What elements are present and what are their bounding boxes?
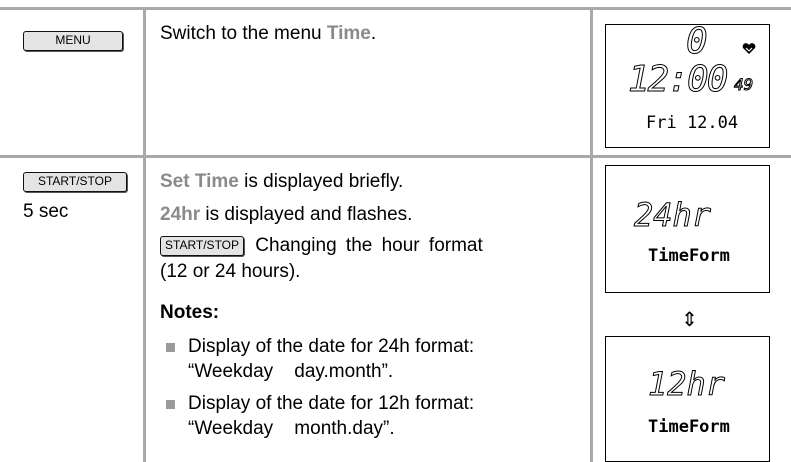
24hr-label: 24hr xyxy=(160,204,201,225)
display-seconds: 49 xyxy=(733,75,754,95)
row2-line3-text: Changing the hour format xyxy=(255,235,483,256)
row2-line3: START/STOP Changing the hour format xyxy=(160,234,483,258)
row1-description: Switch to the menu Time. xyxy=(160,22,376,46)
display-time: 12:00 xyxy=(627,59,728,101)
heart-icon xyxy=(742,43,756,54)
row2-line4: (12 or 24 hours). xyxy=(160,261,301,282)
note-2-line2: “Weekday month.day”. xyxy=(188,418,395,439)
display-24hr-screen: 24hr TimeForm xyxy=(605,165,770,293)
instruction-table: MENU Switch to the menu Time. 0 12:00 49… xyxy=(0,0,791,462)
note-1-line2: “Weekday day.month”. xyxy=(188,361,394,382)
display-top-digit: 0 xyxy=(686,21,709,63)
display-time-screen: 0 12:00 49 Fri 12.04 xyxy=(605,21,770,148)
start-stop-key-inline: START/STOP xyxy=(160,236,245,256)
display-24hr-text: 24hr xyxy=(633,196,712,235)
column-divider-2 xyxy=(590,7,593,462)
display-24hr-label: TimeForm xyxy=(648,246,730,266)
display-12hr-screen: 12hr TimeForm xyxy=(605,336,770,462)
bullet-icon xyxy=(166,343,175,352)
note-2-line1: Display of the date for 12h format: xyxy=(188,393,475,414)
display-12hr-label: TimeForm xyxy=(648,417,730,437)
row1-desc-text: Switch to the menu xyxy=(160,23,327,44)
menu-name-time: Time xyxy=(326,23,371,44)
set-time-label: Set Time xyxy=(160,171,239,192)
note-1-line1: Display of the date for 24h format: xyxy=(188,336,475,357)
row2-line1: Set Time is displayed briefly. xyxy=(160,170,403,194)
row2-line1-text: is displayed briefly. xyxy=(238,171,404,192)
row2-line2: 24hr is displayed and flashes. xyxy=(160,203,412,227)
start-stop-key: START/STOP xyxy=(23,172,127,192)
row2-line2-text: is displayed and flashes. xyxy=(200,204,413,225)
table-rule-middle xyxy=(0,155,791,158)
display-12hr-text: 12hr xyxy=(647,365,726,404)
notes-heading: Notes: xyxy=(160,302,220,323)
bullet-icon xyxy=(166,400,175,409)
menu-key: MENU xyxy=(23,31,123,51)
column-divider-1 xyxy=(143,7,146,462)
row1-desc-period: . xyxy=(370,23,377,44)
table-rule-top xyxy=(0,7,791,10)
display-date: Fri 12.04 xyxy=(646,113,739,133)
hold-duration: 5 sec xyxy=(23,201,69,222)
swap-arrow-icon: ⇕ xyxy=(681,307,698,331)
